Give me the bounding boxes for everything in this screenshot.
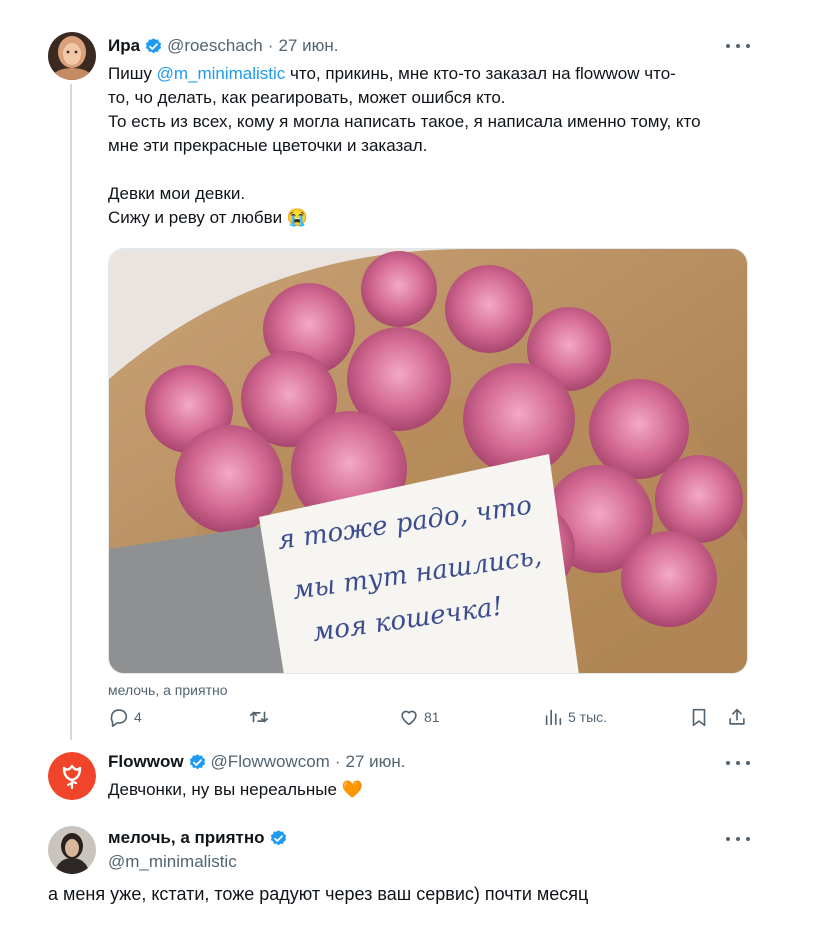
tweet3-header: мелочь, а приятно [108,828,292,848]
author-handle[interactable]: @m_minimalistic [108,852,237,872]
verified-badge-icon [269,829,288,848]
bookmark-button[interactable] [688,706,710,728]
reply-icon [108,706,130,728]
share-icon [726,706,748,728]
photo-caption[interactable]: мелочь, а приятно [108,682,228,698]
bookmark-icon [688,706,710,728]
tweet-date[interactable]: 27 июн. [278,36,338,56]
author-name[interactable]: Flowwow [108,752,184,772]
views-button[interactable]: 5 тыс. [542,706,607,728]
verified-badge-icon [188,753,207,772]
views-icon [542,706,564,728]
tweet3-text: а меня уже, кстати, тоже радуют через ва… [48,884,589,904]
mention-link[interactable]: @m_minimalistic [157,64,286,83]
tweet1-text: Пишу @m_minimalistic что, прикинь, мне к… [108,64,701,227]
tweet-photo[interactable]: я тоже радо, что мы тут нашлись, моя кош… [108,248,748,674]
retweet-icon [248,706,270,728]
like-icon [398,706,420,728]
author-name[interactable]: мелочь, а приятно [108,828,265,848]
avatar-m-minimalistic[interactable] [48,826,96,874]
avatar-flowwow[interactable] [48,752,96,800]
reply-button[interactable]: 4 [108,706,142,728]
more-icon[interactable] [726,41,750,51]
separator-dot: · [267,36,274,55]
tweet-date[interactable]: 27 июн. [346,752,406,772]
views-count: 5 тыс. [568,709,608,725]
tweet3-handle-row: @m_minimalistic [108,852,237,872]
separator-dot: · [334,752,341,771]
retweet-button[interactable] [248,706,270,728]
avatar-ira[interactable] [48,32,96,80]
author-name[interactable]: Ира [108,36,140,56]
more-icon[interactable] [726,834,750,844]
thread-connector-line [70,84,72,740]
author-handle[interactable]: @Flowwowcom [211,752,330,772]
more-icon[interactable] [726,758,750,768]
reply-count: 4 [134,709,142,725]
like-button[interactable]: 81 [398,706,440,728]
tweet2-text: Девчонки, ну вы нереальные 🧡 [108,780,363,799]
author-handle[interactable]: @roeschach [167,36,263,56]
tweet1-action-bar: 4 81 5 тыс. [108,706,748,730]
tweet2-header: Flowwow @Flowwowcom · 27 июн. [108,752,406,772]
orange-heart-icon: 🧡 [341,780,363,799]
verified-badge-icon [144,37,163,56]
like-count: 81 [424,709,440,725]
share-button[interactable] [726,706,748,728]
tweet1-header: Ира @roeschach · 27 июн. [108,36,338,56]
